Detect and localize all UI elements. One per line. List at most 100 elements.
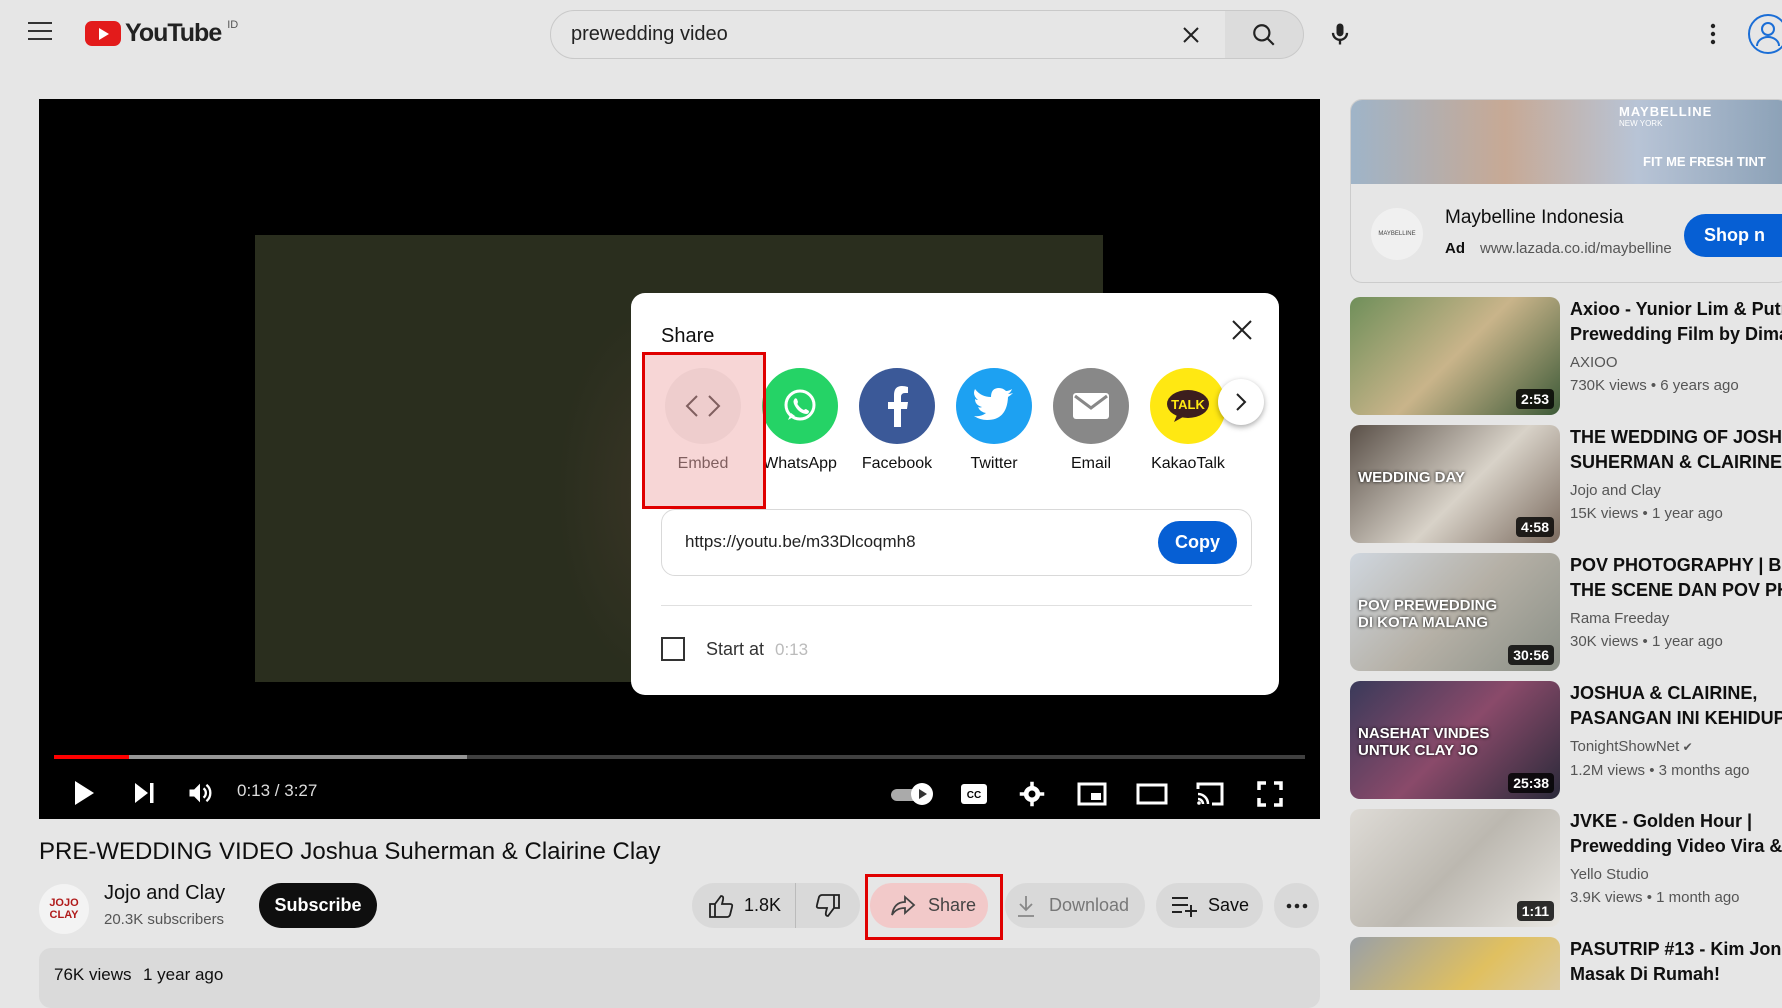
progress-bar[interactable]	[54, 755, 1305, 759]
settings-gear-icon[interactable]	[1017, 779, 1047, 809]
save-button[interactable]: Save	[1156, 883, 1263, 928]
youtube-logo[interactable]: YouTube ID	[85, 19, 238, 48]
video-title-line[interactable]: Axioo - Yunior Lim & Putri T	[1570, 297, 1782, 322]
share-option-kakaotalk[interactable]: TALK KakaoTalk	[1146, 368, 1230, 488]
share-option-label: WhatsApp	[763, 455, 837, 472]
video-thumbnail[interactable]: WEDDING DAY 4:58	[1350, 425, 1560, 543]
playlist-add-icon	[1172, 896, 1197, 917]
copy-button[interactable]: Copy	[1158, 521, 1237, 564]
video-thumbnail[interactable]: 1:11	[1350, 809, 1560, 927]
autoplay-toggle[interactable]	[891, 783, 935, 805]
microphone-icon[interactable]	[1326, 20, 1354, 48]
close-icon[interactable]	[1229, 317, 1255, 343]
video-thumbnail[interactable]: POV PREWEDDING DI KOTA MALANG 30:56	[1350, 553, 1560, 671]
miniplayer-icon[interactable]	[1076, 779, 1108, 809]
channel-avatar[interactable]: JOJO CLAY	[39, 884, 89, 934]
divider	[661, 605, 1252, 606]
ad-card[interactable]: MAYBELLINE NEW YORK FIT ME FRESH TINT MA…	[1350, 99, 1782, 283]
recommended-video[interactable]: WEDDING DAY 4:58 THE WEDDING OF JOSHUASUHE…	[1350, 425, 1782, 543]
share-option-twitter[interactable]: Twitter	[952, 368, 1036, 488]
like-count: 1.8K	[744, 895, 782, 915]
video-stats: 1.2M views • 3 months ago	[1570, 762, 1750, 779]
more-actions-button[interactable]	[1274, 883, 1319, 928]
verified-icon: ✔	[1679, 740, 1693, 754]
embed-highlight	[642, 352, 766, 509]
video-thumbnail[interactable]	[1350, 937, 1560, 990]
search-icon	[1253, 23, 1275, 46]
share-option-label: Facebook	[861, 455, 933, 472]
share-option-label: Email	[1070, 455, 1111, 472]
video-duration: 30:56	[1508, 645, 1554, 665]
ad-cta-button[interactable]: Shop n	[1684, 214, 1782, 257]
recommended-video[interactable]: NASEHAT VINDES UNTUK CLAY JO 25:38 JOSHUA …	[1350, 681, 1782, 799]
account-avatar-icon[interactable]	[1748, 14, 1782, 54]
recommended-video[interactable]: POV PREWEDDING DI KOTA MALANG 30:56 POV PH…	[1350, 553, 1782, 671]
youtube-wordmark: YouTube	[125, 19, 222, 47]
video-title-line[interactable]: Prewedding Film by Dimar	[1570, 322, 1782, 347]
share-url-field[interactable]: https://youtu.be/m33Dlcoqmh8 Copy	[661, 509, 1252, 576]
share-option-facebook[interactable]: Facebook	[855, 368, 939, 488]
theater-mode-icon[interactable]	[1135, 779, 1169, 809]
download-icon	[1018, 895, 1034, 917]
video-title-line[interactable]: SUHERMAN & CLAIRINE CL	[1570, 450, 1782, 475]
video-channel[interactable]: Jojo and Clay	[1570, 479, 1782, 502]
more-options-icon[interactable]	[1704, 22, 1722, 46]
next-icon[interactable]	[129, 778, 159, 808]
volume-icon[interactable]	[185, 778, 215, 808]
video-thumbnail[interactable]: 2:53	[1350, 297, 1560, 415]
fullscreen-icon[interactable]	[1255, 779, 1285, 809]
recommendations-list: 2:53Axioo - Yunior Lim & Putri TPreweddi…	[1350, 297, 1782, 990]
menu-icon[interactable]	[28, 22, 52, 44]
search-input[interactable]: prewedding video	[550, 10, 1226, 59]
captions-icon[interactable]: CC	[959, 781, 989, 807]
recommended-video[interactable]: 2:53 Axioo - Yunior Lim & Putri TPreweddi…	[1350, 297, 1782, 415]
video-channel[interactable]: TonightShowNet ✔	[1570, 735, 1782, 759]
video-info: POV PHOTOGRAPHY | BEHITHE SCENE DAN POV …	[1570, 553, 1782, 671]
share-option-whatsapp[interactable]: WhatsApp	[758, 368, 842, 488]
download-button[interactable]: Download	[1005, 883, 1145, 928]
clear-search-icon[interactable]	[1179, 23, 1203, 47]
subscriber-count: 20.3K subscribers	[104, 911, 225, 928]
video-title-line[interactable]: PASUTRIP #13 - Kim Jong U	[1570, 937, 1782, 962]
like-dislike-group: 1.8K	[692, 883, 860, 928]
ad-url: www.lazada.co.id/maybelline	[1480, 240, 1672, 257]
twitter-icon	[956, 368, 1032, 444]
video-title-line[interactable]: Masak Di Rumah!	[1570, 962, 1782, 987]
download-label: Download	[1049, 895, 1130, 915]
dislike-button[interactable]	[796, 883, 860, 928]
video-channel[interactable]: Yello Studio	[1570, 863, 1782, 886]
thumbs-up-icon	[709, 894, 734, 918]
video-title-line[interactable]: PASANGAN INI KEHIDUPAN	[1570, 706, 1782, 731]
share-option-email[interactable]: Email	[1049, 368, 1133, 488]
video-info: Axioo - Yunior Lim & Putri TPrewedding F…	[1570, 297, 1782, 415]
search-button[interactable]	[1225, 10, 1304, 59]
video-title-line[interactable]: THE SCENE DAN POV PHOT	[1570, 578, 1782, 603]
ad-banner-text: FIT ME FRESH TINT	[1643, 154, 1766, 169]
save-label: Save	[1208, 895, 1250, 915]
video-channel[interactable]: Rama Freeday	[1570, 607, 1782, 630]
video-info: THE WEDDING OF JOSHUASUHERMAN & CLAIRINE…	[1570, 425, 1782, 543]
video-title-line[interactable]: JVKE - Golden Hour |	[1570, 809, 1782, 834]
upload-age: 1 year ago	[143, 965, 224, 984]
svg-text:CC: CC	[967, 790, 981, 801]
video-title-line[interactable]: Prewedding Video Vira & Ap	[1570, 834, 1782, 859]
subscribe-button[interactable]: Subscribe	[259, 883, 377, 928]
like-button[interactable]: 1.8K	[692, 883, 796, 928]
recommended-video[interactable]: 1:11 JVKE - Golden Hour | Prewedding Video…	[1350, 809, 1782, 927]
video-duration: 2:53	[1515, 389, 1554, 409]
ad-banner-image: MAYBELLINE NEW YORK FIT ME FRESH TINT	[1351, 100, 1782, 184]
start-at-checkbox[interactable]	[661, 637, 685, 661]
video-title-line[interactable]: POV PHOTOGRAPHY | BEHI	[1570, 553, 1782, 578]
video-channel[interactable]: AXIOO	[1570, 351, 1782, 374]
video-stats: 30K views • 1 year ago	[1570, 633, 1723, 650]
recommended-video[interactable]: PASUTRIP #13 - Kim Jong UMasak Di Rumah!	[1350, 937, 1782, 990]
channel-logo-text: JOJO CLAY	[49, 897, 79, 921]
video-title-line[interactable]: JOSHUA & CLAIRINE,	[1570, 681, 1782, 706]
channel-name[interactable]: Jojo and Clay	[104, 882, 225, 905]
description-box[interactable]: 76K views 1 year ago	[39, 948, 1320, 1008]
cast-icon[interactable]	[1194, 779, 1226, 809]
play-icon[interactable]	[69, 778, 99, 808]
next-options-button[interactable]	[1218, 379, 1264, 425]
video-title-line[interactable]: THE WEDDING OF JOSHUA	[1570, 425, 1782, 450]
video-thumbnail[interactable]: NASEHAT VINDES UNTUK CLAY JO 25:38	[1350, 681, 1560, 799]
